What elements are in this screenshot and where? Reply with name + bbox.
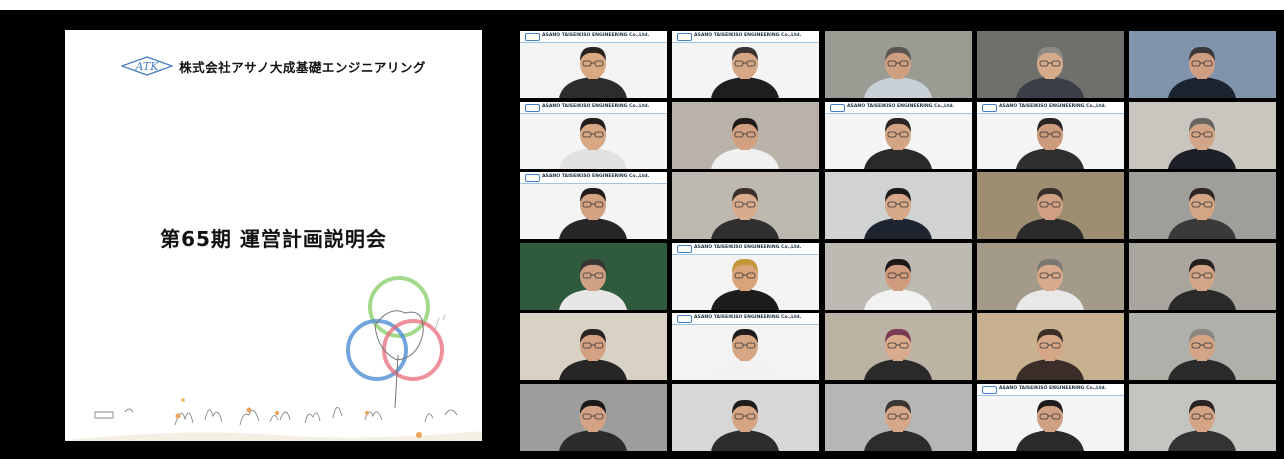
participant-video-tile[interactable] [520,384,667,451]
participant-video-tile[interactable] [1129,31,1276,98]
participant-video-tile[interactable] [672,102,819,169]
banner-company-name: ASANO TAISEIKISO ENGINEERING Co.,Ltd. [999,386,1107,391]
company-logo-icon [525,104,540,112]
participant-video-tile[interactable]: ASANO TAISEIKISO ENGINEERING Co.,Ltd. [825,102,972,169]
banner-company-name: ASANO TAISEIKISO ENGINEERING Co.,Ltd. [694,33,802,38]
participant-video-tile[interactable] [672,384,819,451]
company-logo-icon: ATK [121,56,174,76]
participant-video-tile[interactable] [825,31,972,98]
participant-video-tile[interactable] [672,172,819,239]
participant-video-tile[interactable] [977,243,1124,310]
participant-video-feed [1016,258,1084,310]
company-logo-icon [677,315,692,323]
participant-video-tile[interactable]: ASANO TAISEIKISO ENGINEERING Co.,Ltd. [520,102,667,169]
virtual-background-banner: ASANO TAISEIKISO ENGINEERING Co.,Ltd. [520,31,667,43]
shared-presentation-slide: ATK 株式会社アサノ大成基礎エンジニアリング 第65期 運営計画説明会 [65,30,482,441]
participant-video-tile[interactable] [825,384,972,451]
participant-video-feed [864,399,932,451]
virtual-background-banner: ASANO TAISEIKISO ENGINEERING Co.,Ltd. [977,384,1124,396]
participant-video-tile[interactable] [825,313,972,380]
participant-video-feed [1016,187,1084,239]
participant-video-feed [1168,399,1236,451]
participant-video-tile[interactable] [1129,102,1276,169]
participant-video-feed [864,46,932,98]
company-logo-icon [525,174,540,182]
participant-video-grid: ASANO TAISEIKISO ENGINEERING Co.,Ltd. ASA… [520,31,1280,456]
slide-title: 第65期 運営計画説明会 [160,227,387,251]
virtual-background-banner: ASANO TAISEIKISO ENGINEERING Co.,Ltd. [977,102,1124,114]
participant-video-feed [559,328,627,380]
participant-video-feed [711,187,779,239]
participant-video-feed [1168,117,1236,169]
participant-video-tile[interactable] [977,31,1124,98]
top-bar [0,0,1284,10]
banner-company-name: ASANO TAISEIKISO ENGINEERING Co.,Ltd. [542,104,650,109]
participant-video-tile[interactable] [825,172,972,239]
company-logo-icon [830,104,845,112]
participant-video-tile[interactable] [977,172,1124,239]
company-logo-icon [677,245,692,253]
banner-company-name: ASANO TAISEIKISO ENGINEERING Co.,Ltd. [542,174,650,179]
participant-video-tile[interactable]: ASANO TAISEIKISO ENGINEERING Co.,Ltd. [977,102,1124,169]
participant-video-tile[interactable] [1129,243,1276,310]
virtual-background-banner: ASANO TAISEIKISO ENGINEERING Co.,Ltd. [825,102,972,114]
participant-video-tile[interactable]: ASANO TAISEIKISO ENGINEERING Co.,Ltd. [672,243,819,310]
participant-video-tile[interactable] [520,243,667,310]
participant-video-tile[interactable] [977,313,1124,380]
participant-video-tile[interactable] [520,313,667,380]
participant-video-tile[interactable]: ASANO TAISEIKISO ENGINEERING Co.,Ltd. [672,31,819,98]
virtual-background-banner: ASANO TAISEIKISO ENGINEERING Co.,Ltd. [520,172,667,184]
virtual-background-banner: ASANO TAISEIKISO ENGINEERING Co.,Ltd. [520,102,667,114]
participant-video-tile[interactable] [1129,384,1276,451]
slide-header: ATK 株式会社アサノ大成基礎エンジニアリング [65,55,482,77]
participant-video-tile[interactable]: ASANO TAISEIKISO ENGINEERING Co.,Ltd. [977,384,1124,451]
banner-company-name: ASANO TAISEIKISO ENGINEERING Co.,Ltd. [694,315,802,320]
participant-video-feed [559,258,627,310]
svg-text:ATK: ATK [135,60,160,73]
participant-video-tile[interactable] [1129,313,1276,380]
participant-video-feed [559,399,627,451]
participant-video-tile[interactable] [1129,172,1276,239]
participant-video-tile[interactable] [825,243,972,310]
participant-video-feed [1016,46,1084,98]
participant-video-feed [711,117,779,169]
participant-video-feed [1168,328,1236,380]
company-name: 株式会社アサノ大成基礎エンジニアリング [179,59,426,75]
participant-video-feed [1168,46,1236,98]
company-logo-icon [982,104,997,112]
banner-company-name: ASANO TAISEIKISO ENGINEERING Co.,Ltd. [694,245,802,250]
banner-company-name: ASANO TAISEIKISO ENGINEERING Co.,Ltd. [847,104,955,109]
participant-video-feed [864,258,932,310]
virtual-background-banner: ASANO TAISEIKISO ENGINEERING Co.,Ltd. [672,313,819,325]
participant-video-tile[interactable]: ASANO TAISEIKISO ENGINEERING Co.,Ltd. [520,172,667,239]
participant-video-tile[interactable]: ASANO TAISEIKISO ENGINEERING Co.,Ltd. [672,313,819,380]
participant-video-feed [711,399,779,451]
participant-video-feed [1168,258,1236,310]
banner-company-name: ASANO TAISEIKISO ENGINEERING Co.,Ltd. [542,33,650,38]
virtual-background-banner: ASANO TAISEIKISO ENGINEERING Co.,Ltd. [672,31,819,43]
trees-illustration [65,276,482,441]
participant-video-feed [864,328,932,380]
company-logo-icon [982,386,997,394]
participant-video-tile[interactable]: ASANO TAISEIKISO ENGINEERING Co.,Ltd. [520,31,667,98]
company-logo-icon [677,33,692,41]
virtual-background-banner: ASANO TAISEIKISO ENGINEERING Co.,Ltd. [672,243,819,255]
company-logo-icon [525,33,540,41]
participant-video-feed [1016,328,1084,380]
banner-company-name: ASANO TAISEIKISO ENGINEERING Co.,Ltd. [999,104,1107,109]
participant-video-feed [864,187,932,239]
participant-video-feed [1168,187,1236,239]
